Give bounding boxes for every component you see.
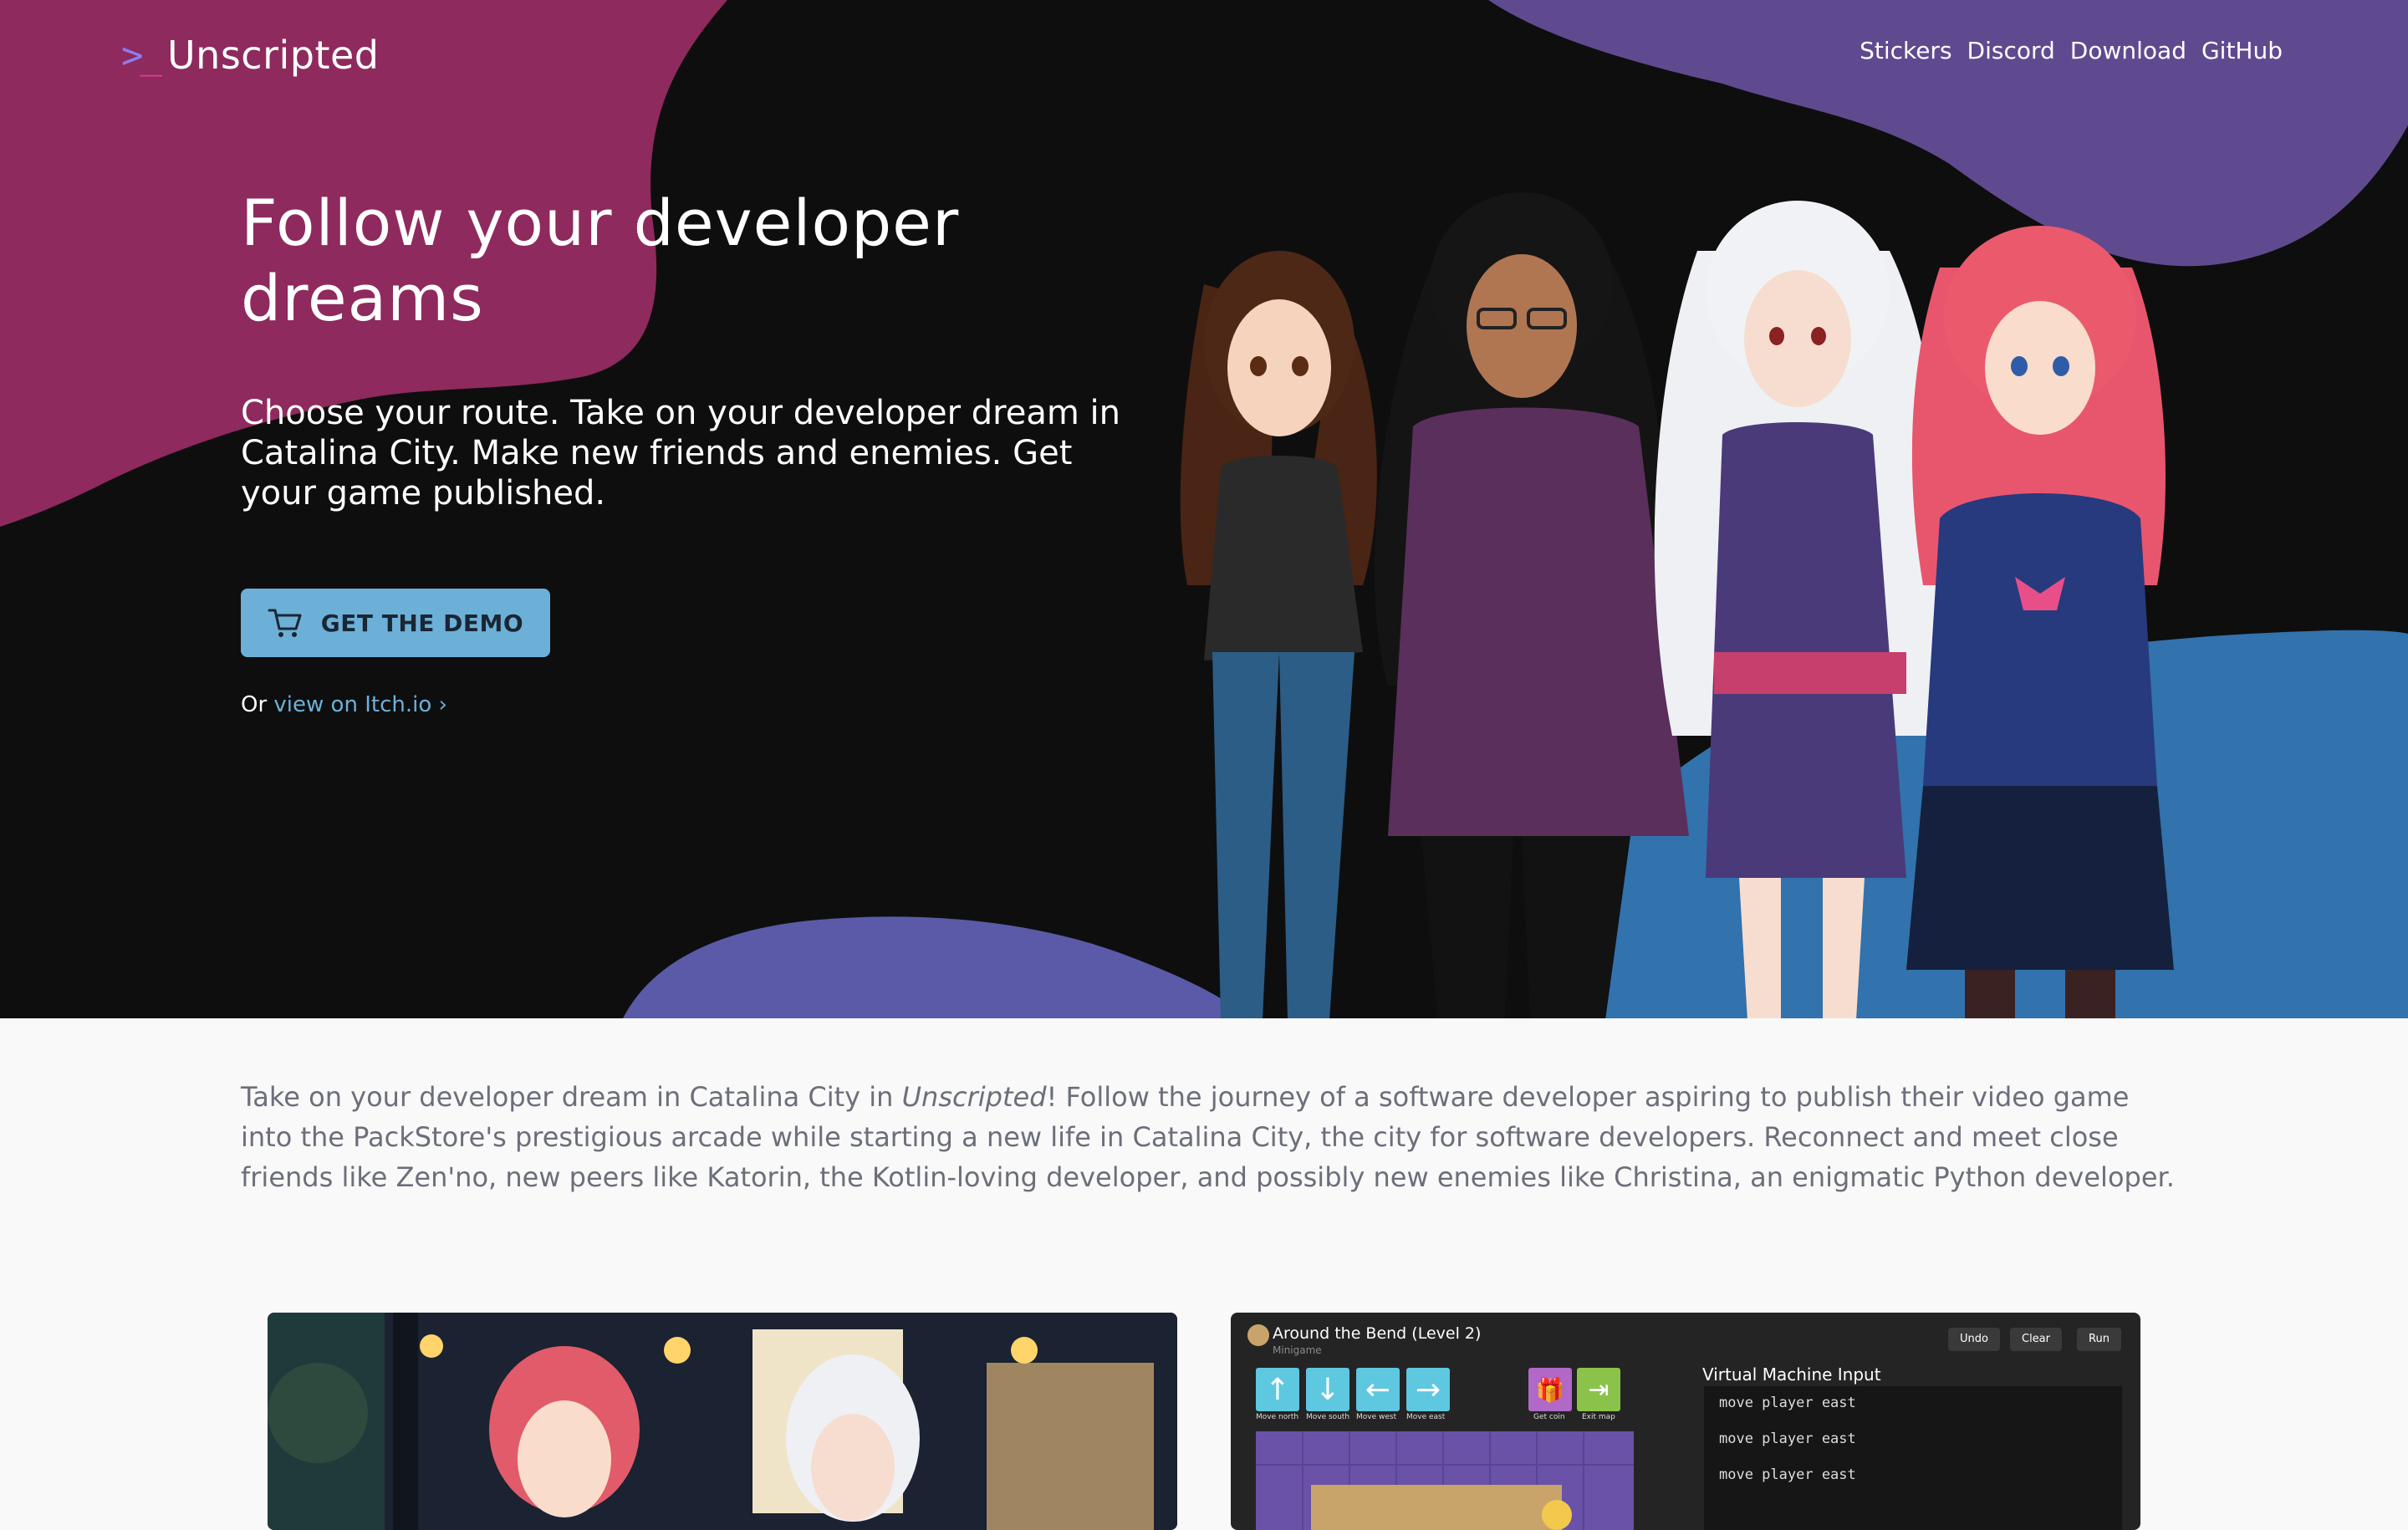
minigame-board xyxy=(1256,1431,1634,1530)
cursor-underscore-icon: _ xyxy=(140,33,163,77)
logo-text: Unscripted xyxy=(167,33,380,78)
arrow-up-icon[interactable]: ↑ xyxy=(1256,1368,1299,1411)
vm-input-label: Virtual Machine Input xyxy=(1702,1364,1881,1385)
scene-screenshot xyxy=(268,1313,1177,1530)
cart-icon xyxy=(268,609,302,637)
vm-line: move player east xyxy=(1719,1466,1856,1483)
exit-map-label: Exit map xyxy=(1582,1413,1615,1421)
character-brunette xyxy=(1180,251,1377,1018)
itch-link[interactable]: view on Itch.io › xyxy=(273,692,446,717)
character-pink-hair xyxy=(1906,226,2174,1018)
arrow-right-icon[interactable]: → xyxy=(1406,1368,1450,1411)
run-button[interactable]: Run xyxy=(2077,1328,2121,1351)
about-text-start: Take on your developer dream in Catalina… xyxy=(241,1081,902,1113)
hero-section: > _ Unscripted Stickers Discord Download… xyxy=(0,0,2408,1018)
vm-line: move player east xyxy=(1719,1395,1856,1411)
exit-icon[interactable]: ⇥ xyxy=(1577,1368,1620,1411)
move-east-label: Move east xyxy=(1406,1413,1446,1421)
nav-link-download[interactable]: Download xyxy=(2070,37,2186,64)
move-north-label: Move north xyxy=(1256,1413,1299,1421)
itch-prefix: Or xyxy=(241,692,274,717)
nav-link-github[interactable]: GitHub xyxy=(2201,37,2283,64)
hero-title: Follow your developer dreams xyxy=(241,186,960,335)
move-south-label: Move south xyxy=(1306,1413,1350,1421)
move-west-label: Move west xyxy=(1356,1413,1397,1421)
minigame-subtitle: Minigame xyxy=(1273,1344,1322,1356)
arrow-down-icon[interactable]: ↓ xyxy=(1306,1368,1349,1411)
minigame-avatar xyxy=(1247,1324,1269,1346)
screenshot-card-minigame[interactable]: Around the Bend (Level 2) Minigame Undo … xyxy=(1231,1313,2140,1530)
minigame-title: Around the Bend (Level 2) xyxy=(1273,1324,1482,1343)
undo-button[interactable]: Undo xyxy=(1948,1328,2000,1351)
clear-button[interactable]: Clear xyxy=(2010,1328,2062,1351)
character-glasses xyxy=(1374,192,1689,1018)
arrow-left-icon[interactable]: ← xyxy=(1356,1368,1400,1411)
get-demo-button[interactable]: GET THE DEMO xyxy=(241,589,550,657)
gift-icon[interactable]: 🎁 xyxy=(1528,1368,1572,1411)
hero-subtitle: Choose your route. Take on your develope… xyxy=(241,394,1120,513)
screenshot-card-scene[interactable] xyxy=(268,1313,1177,1530)
get-demo-label: GET THE DEMO xyxy=(320,609,524,637)
itch-alt-line: Or view on Itch.io › xyxy=(241,692,447,717)
about-paragraph: Take on your developer dream in Catalina… xyxy=(241,1077,2181,1197)
character-white-hair xyxy=(1654,201,1947,1018)
characters-illustration xyxy=(1180,192,2174,1018)
nav-link-stickers[interactable]: Stickers xyxy=(1860,37,1951,64)
nav-link-discord[interactable]: Discord xyxy=(1967,37,2055,64)
site-logo[interactable]: > _ Unscripted xyxy=(121,30,380,80)
vm-line: move player east xyxy=(1719,1431,1856,1447)
game-title-italic: Unscripted xyxy=(901,1081,1047,1113)
top-nav: Stickers Discord Download GitHub xyxy=(1860,37,2283,64)
get-coin-label: Get coin xyxy=(1533,1413,1565,1421)
